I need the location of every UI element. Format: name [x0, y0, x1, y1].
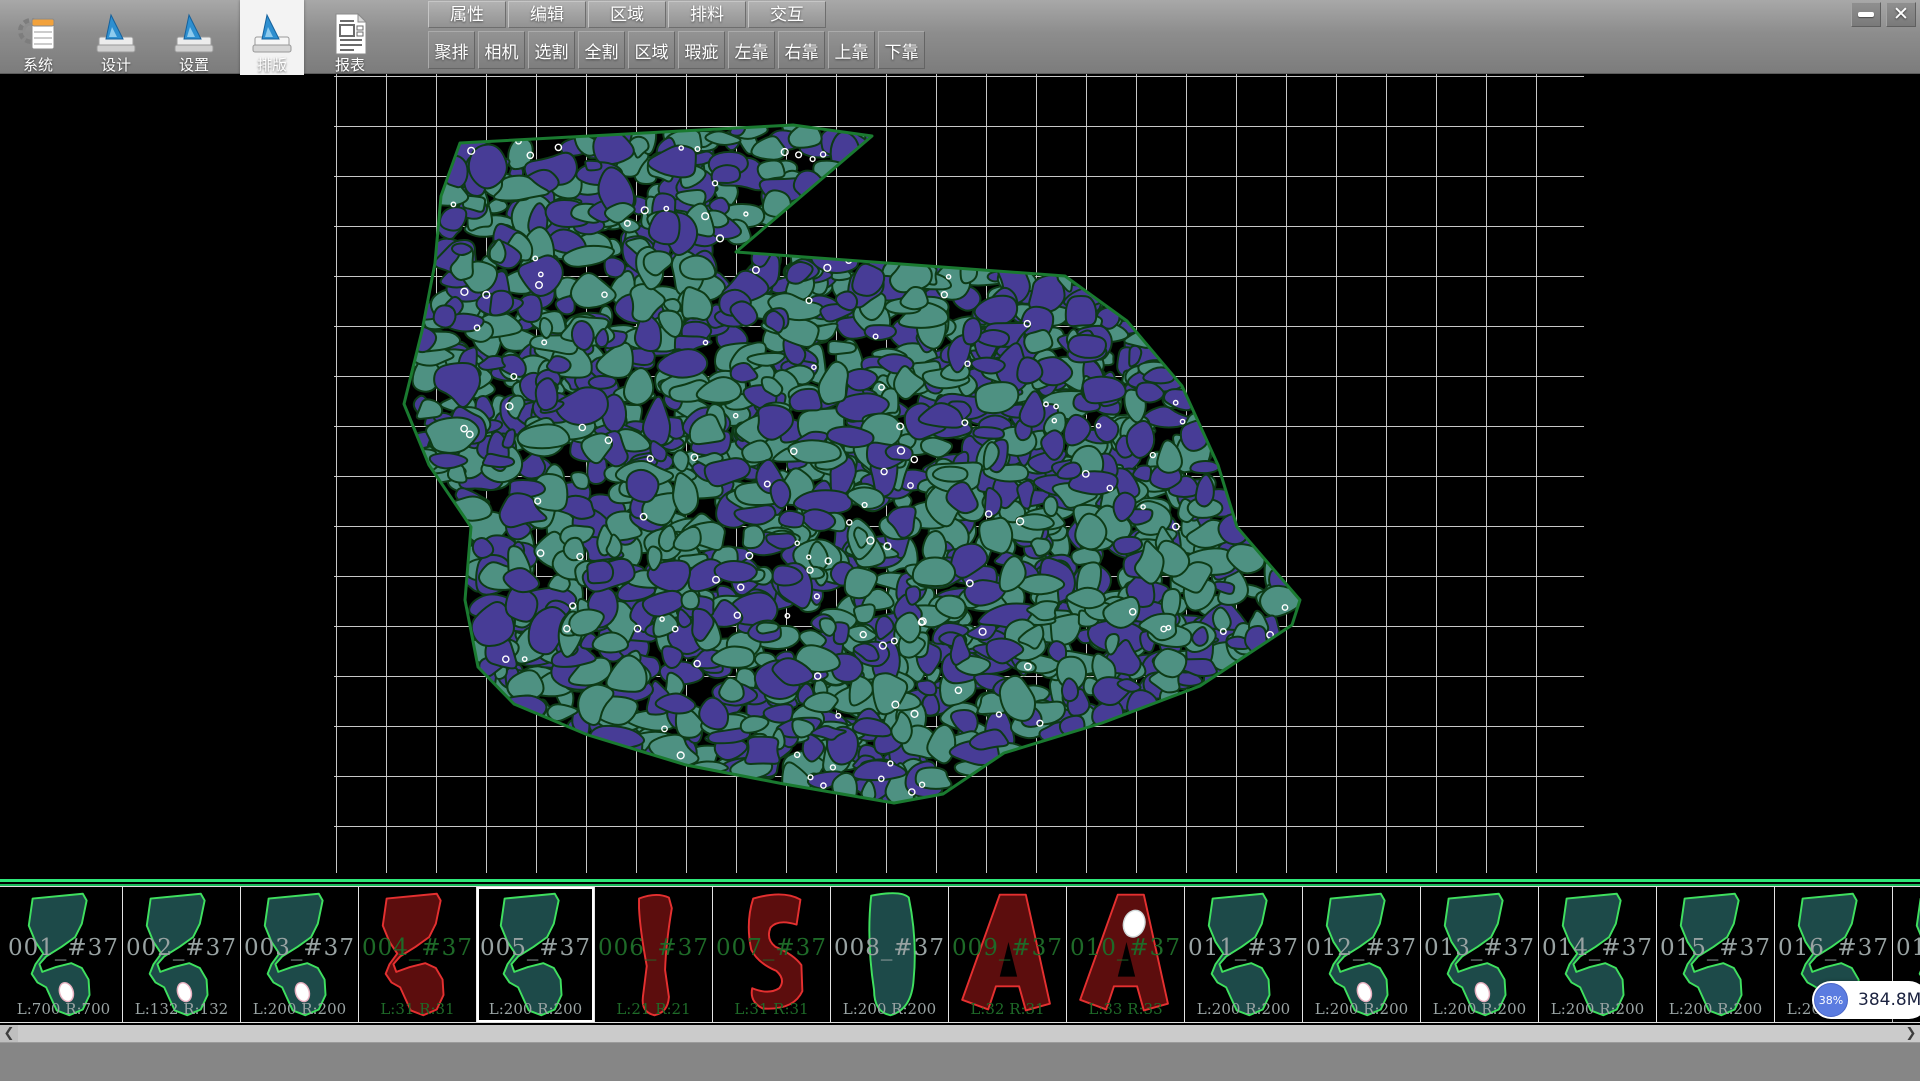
piece-id: 002_#37 — [123, 935, 240, 961]
piece-id: 010_#37 — [1067, 935, 1184, 961]
menu-interactive[interactable]: 交互 — [748, 1, 826, 28]
app-button-settings[interactable]: 设置 — [162, 0, 226, 75]
tool-cut-all[interactable]: 全割 — [578, 31, 625, 69]
menu-nesting[interactable]: 排料 — [668, 1, 746, 28]
settings-ruler-icon — [172, 11, 216, 57]
status-bar — [0, 1042, 1920, 1081]
app-label-report: 报表 — [335, 57, 365, 73]
scroll-right-arrow-icon[interactable]: ❯ — [1902, 1025, 1920, 1042]
app-label-system: 系统 — [23, 57, 53, 73]
piece-lr-count: L:200 R:200 — [1303, 1000, 1420, 1018]
menu-region[interactable]: 区域 — [588, 1, 666, 28]
piece-lr-count: L:200 R:200 — [1657, 1000, 1774, 1018]
workspace: 001_#37 L:700 R:700 002_#37 L:132 R:132 … — [0, 73, 1920, 1025]
close-button[interactable]: ✕ — [1886, 2, 1916, 27]
minimize-button[interactable] — [1851, 2, 1881, 27]
piece-id: 013_#37 — [1421, 935, 1538, 961]
menu-edit[interactable]: 编辑 — [508, 1, 586, 28]
thumbnail-011[interactable]: 011_#37 L:200 R:200 — [1185, 887, 1303, 1022]
nest-canvas[interactable] — [334, 73, 1584, 873]
app-label-nesting: 排版 — [257, 57, 287, 73]
app-button-report[interactable]: 报表 — [318, 0, 382, 75]
piece-lr-count: L:32 R:31 — [949, 1000, 1066, 1018]
tool-defect[interactable]: 瑕疵 — [678, 31, 725, 69]
thumbnail-009[interactable]: 009_#37 L:32 R:31 — [949, 887, 1067, 1022]
piece-lr-count: L:200 R:200 — [1185, 1000, 1302, 1018]
piece-lr-count: L:200 R:200 — [831, 1000, 948, 1018]
thumbnail-015[interactable]: 015_#37 L:200 R:200 — [1657, 887, 1775, 1022]
close-icon: ✕ — [1893, 5, 1909, 24]
nested-hide-drawing — [334, 73, 1584, 873]
thumbnail-012[interactable]: 012_#37 L:200 R:200 — [1303, 887, 1421, 1022]
piece-lr-count: L:31 R:31 — [359, 1000, 476, 1018]
nesting-ruler-icon — [250, 11, 294, 57]
piece-id: 012_#37 — [1303, 935, 1420, 961]
thumbnail-003[interactable]: 003_#37 L:200 R:200 — [241, 887, 359, 1022]
piece-lr-count: L:31 R:31 — [713, 1000, 830, 1018]
app-label-design: 设计 — [101, 57, 131, 73]
piece-lr-count: L:200 R:200 — [241, 1000, 358, 1018]
app-switcher: 系统 设计 设置 — [6, 0, 396, 73]
piece-id: 006_#37 — [595, 935, 712, 961]
piece-lr-count: L:200 R:200 — [1421, 1000, 1538, 1018]
thumbnail-005-selected[interactable]: 005_#37 L:200 R:200 — [477, 887, 595, 1022]
horizontal-scrollbar[interactable]: ❮ ❯ — [0, 1025, 1920, 1042]
tool-camera[interactable]: 相机 — [478, 31, 525, 69]
scroll-left-arrow-icon[interactable]: ❮ — [0, 1025, 18, 1042]
piece-id: 007_#37 — [713, 935, 830, 961]
piece-lr-count: L:200 R:200 — [477, 1000, 594, 1018]
piece-id: 011_#37 — [1185, 935, 1302, 961]
menu-properties[interactable]: 属性 — [428, 1, 506, 28]
window-controls: ✕ — [1851, 2, 1916, 27]
thumbnail-014[interactable]: 014_#37 L:200 R:200 — [1539, 887, 1657, 1022]
tool-cluster-nest[interactable]: 聚排 — [428, 31, 475, 69]
piece-lr-count: L:700 R:700 — [5, 1000, 122, 1018]
tool-snap-top[interactable]: 上靠 — [828, 31, 875, 69]
thumbnail-cells: 001_#37 L:700 R:700 002_#37 L:132 R:132 … — [0, 886, 1920, 1023]
tool-region[interactable]: 区域 — [628, 31, 675, 69]
thumbnail-002[interactable]: 002_#37 L:132 R:132 — [123, 887, 241, 1022]
memory-usage-label: 384.8M — [1858, 981, 1920, 1019]
piece-id: 003_#37 — [241, 935, 358, 961]
minimize-icon — [1858, 12, 1874, 17]
piece-lr-count: L:33 R:33 — [1067, 1000, 1184, 1018]
tool-snap-bottom[interactable]: 下靠 — [878, 31, 925, 69]
piece-id: 001_#37 — [5, 935, 122, 961]
menu-bar: 属性 编辑 区域 排料 交互 — [428, 1, 826, 28]
tool-snap-left[interactable]: 左靠 — [728, 31, 775, 69]
piece-lr-count: L:21 R:21 — [595, 1000, 712, 1018]
piece-id: 014_#37 — [1539, 935, 1656, 961]
design-ruler-icon — [94, 11, 138, 57]
piece-lr-count: L:132 R:132 — [123, 1000, 240, 1018]
piece-id: 008_#37 — [831, 935, 948, 961]
ribbon-toolbar: 系统 设计 设置 — [0, 0, 1920, 74]
piece-id: 016_#37 — [1775, 935, 1892, 961]
thumbnail-013[interactable]: 013_#37 L:200 R:200 — [1421, 887, 1539, 1022]
tool-bar: 聚排 相机 选割 全割 区域 瑕疵 左靠 右靠 上靠 下靠 — [428, 31, 925, 69]
thumbnail-006[interactable]: 006_#37 L:21 R:21 — [595, 887, 713, 1022]
thumbnail-001[interactable]: 001_#37 L:700 R:700 — [5, 887, 123, 1022]
tool-snap-right[interactable]: 右靠 — [778, 31, 825, 69]
progress-percent-badge: 38% — [1814, 983, 1848, 1017]
memory-status-badge: 38% 384.8M — [1812, 981, 1920, 1019]
thumbnail-010[interactable]: 010_#37 L:33 R:33 — [1067, 887, 1185, 1022]
piece-id: 017_#37 — [1893, 935, 1920, 961]
app-button-design[interactable]: 设计 — [84, 0, 148, 75]
thumbnail-008[interactable]: 008_#37 L:200 R:200 — [831, 887, 949, 1022]
piece-id: 015_#37 — [1657, 935, 1774, 961]
system-gear-icon — [16, 11, 60, 57]
piece-lr-count: L:200 R:200 — [1539, 1000, 1656, 1018]
piece-id: 005_#37 — [477, 935, 594, 961]
thumbnail-007[interactable]: 007_#37 L:31 R:31 — [713, 887, 831, 1022]
thumbnail-004[interactable]: 004_#37 L:31 R:31 — [359, 887, 477, 1022]
app-button-nesting-active[interactable]: 排版 — [240, 0, 304, 75]
tool-select-cut[interactable]: 选割 — [528, 31, 575, 69]
app-button-system[interactable]: 系统 — [6, 0, 70, 75]
piece-thumbnail-strip: 001_#37 L:700 R:700 002_#37 L:132 R:132 … — [0, 879, 1920, 1025]
app-label-settings: 设置 — [179, 57, 209, 73]
piece-id: 009_#37 — [949, 935, 1066, 961]
piece-id: 004_#37 — [359, 935, 476, 961]
report-document-icon — [328, 11, 372, 57]
